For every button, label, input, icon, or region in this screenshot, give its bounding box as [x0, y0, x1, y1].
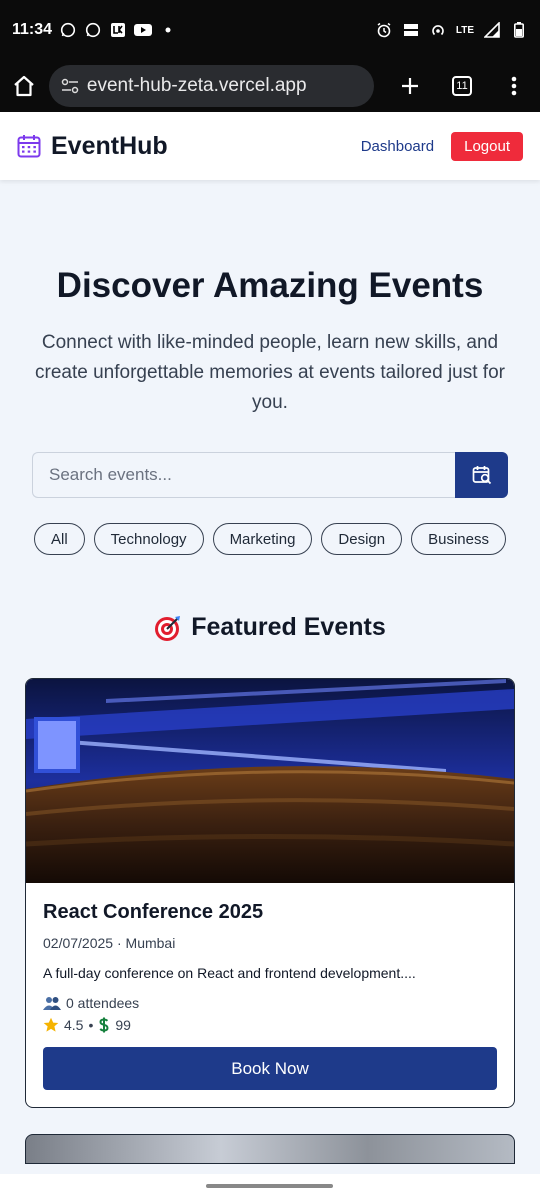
hero-subtitle: Connect with like-minded people, learn n… — [35, 332, 505, 413]
event-card-partial[interactable] — [25, 1134, 515, 1164]
event-meta: 02/07/2025 · Mumbai — [43, 935, 176, 951]
event-location: Mumbai — [125, 935, 176, 951]
category-chip-business[interactable]: Business — [411, 523, 506, 555]
volte-icon — [402, 21, 420, 39]
hotspot-icon — [429, 21, 447, 39]
search-button[interactable] — [455, 452, 508, 498]
people-icon — [43, 997, 61, 1010]
hero-section: Discover Amazing Events Connect with lik… — [0, 180, 540, 555]
url-text: event-hub-zeta.vercel.app — [86, 75, 307, 96]
event-description: A full-day conference on React and front… — [43, 965, 416, 981]
home-icon — [14, 75, 35, 97]
battery-icon — [510, 21, 528, 39]
hero-title: Discover Amazing Events — [56, 266, 484, 305]
home-button[interactable] — [0, 60, 49, 112]
tab-count: 11 — [452, 76, 472, 96]
brand-name: EventHub — [51, 131, 168, 160]
logout-button[interactable]: Logout — [451, 131, 523, 161]
event-card: React Conference 2025 02/07/2025 · Mumba… — [25, 678, 515, 1108]
web-page: EventHub Dashboard Logout Discover Amazi… — [0, 112, 540, 1174]
gesture-bar — [0, 1174, 540, 1200]
book-now-button[interactable]: Book Now — [43, 1047, 497, 1090]
signal-icon — [483, 21, 501, 39]
category-chip-design[interactable]: Design — [321, 523, 403, 555]
clock: 11:34 — [12, 21, 53, 38]
search-bar: Search events... — [32, 452, 508, 498]
home-indicator[interactable] — [206, 1184, 333, 1188]
youtube-icon — [134, 21, 153, 39]
status-bar: 11:34 LTE — [0, 0, 540, 60]
dollar-icon — [99, 1017, 109, 1033]
calendar-icon — [17, 135, 41, 158]
calendar-search-icon — [472, 466, 491, 485]
network-label: LTE — [455, 24, 474, 36]
event-image[interactable] — [26, 679, 514, 883]
event-rating: 4.5 — [64, 1017, 84, 1033]
alarm-icon — [375, 21, 393, 39]
plus-icon — [402, 78, 418, 94]
featured-title: Featured Events — [191, 613, 386, 641]
url-bar[interactable]: event-hub-zeta.vercel.app — [48, 65, 374, 107]
search-input[interactable]: Search events... — [32, 452, 455, 498]
event-title[interactable]: React Conference 2025 — [43, 901, 497, 924]
lk-app-icon — [109, 21, 127, 39]
event-date: 02/07/2025 — [43, 935, 114, 951]
browser-menu-button[interactable] — [488, 60, 540, 112]
tab-switcher-button[interactable]: 11 — [436, 60, 488, 112]
event-attendees: 0 attendees — [66, 995, 140, 1011]
category-chip-technology[interactable]: Technology — [93, 523, 204, 555]
site-navbar: EventHub Dashboard Logout — [0, 112, 540, 180]
star-icon — [43, 1017, 59, 1032]
brand-link[interactable]: EventHub — [17, 132, 168, 161]
more-vertical-icon — [511, 76, 517, 96]
featured-heading: Featured Events — [0, 613, 540, 642]
browser-toolbar: event-hub-zeta.vercel.app 11 — [0, 60, 540, 112]
whatsapp-icon — [84, 21, 102, 39]
new-tab-button[interactable] — [384, 60, 436, 112]
category-filters: All Technology Marketing Design Business — [0, 523, 540, 555]
category-chip-marketing[interactable]: Marketing — [212, 523, 313, 555]
event-price: 99 — [115, 1017, 131, 1033]
target-icon — [155, 615, 181, 641]
site-settings-icon[interactable] — [61, 78, 79, 94]
dot-icon — [159, 21, 177, 39]
category-chip-all[interactable]: All — [34, 523, 85, 555]
dashboard-link[interactable]: Dashboard — [361, 138, 434, 155]
whatsapp-icon — [59, 21, 77, 39]
